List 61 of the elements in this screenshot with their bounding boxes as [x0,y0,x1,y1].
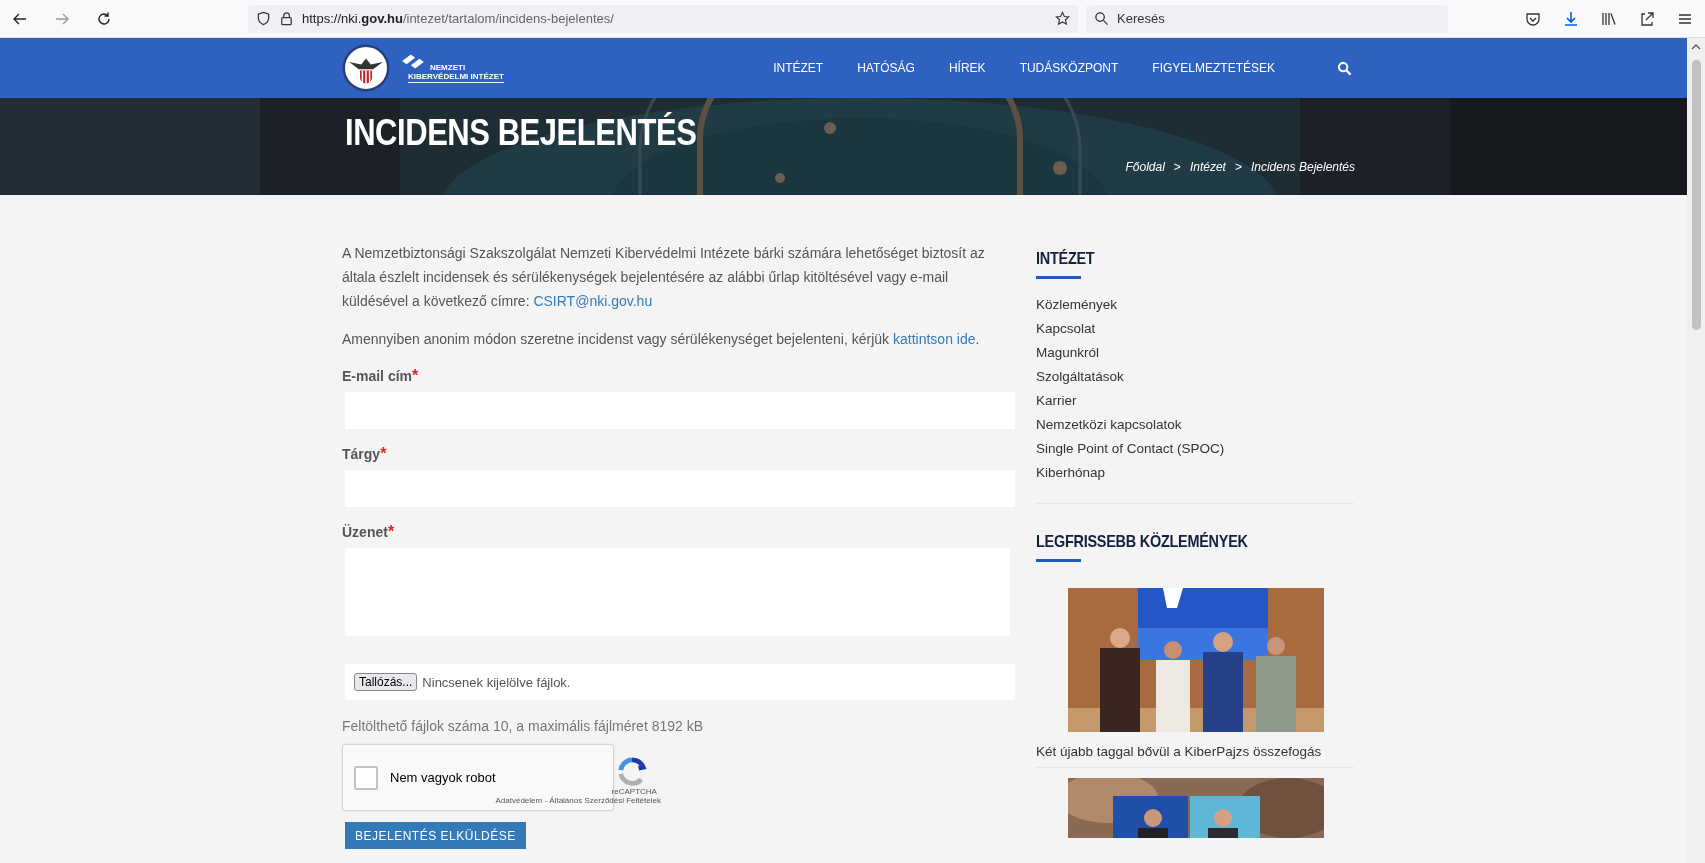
file-upload-field[interactable]: Tallózás... Nincsenek kijelölve fájlok. [345,664,1015,700]
nav-link[interactable]: HÍREK [948,61,986,75]
sidebar-heading: LEGFRISSEBB KÖZLEMÉNYEK [1036,532,1248,552]
logo-text[interactable]: NEMZETI [430,63,504,72]
logo-mark-icon[interactable] [400,52,426,70]
sidebar-link[interactable]: Magunkról [1036,345,1100,360]
nav-link[interactable]: FIGYELMEZTETÉSEK [1152,61,1275,75]
news-title-link[interactable]: Két újabb taggal bővül a KiberPajzs összefogás [1036,744,1354,759]
lock-icon [279,11,294,26]
browser-search-field[interactable]: Keresés [1086,4,1448,33]
breadcrumb-separator: > [1173,160,1181,174]
sidebar-link[interactable]: Kiberhónap [1036,465,1106,480]
sidebar-heading: INTÉZET [1036,249,1095,269]
sidebar-link[interactable]: Kapcsolat [1036,321,1096,336]
logo-text[interactable]: KIBERVÉDELMI INTÉZET [408,72,504,83]
breadcrumb-link[interactable]: Incidens Bejelentés [1250,160,1355,174]
text-link[interactable]: kattintson ide [893,331,976,347]
sidebar-link[interactable]: Közlemények [1036,297,1118,312]
captcha-label: Nem vagyok robot [390,770,496,785]
browse-button[interactable]: Tallózás... [354,673,418,691]
library-icon[interactable] [1601,10,1617,27]
captcha-checkbox[interactable] [354,765,378,790]
nav-link[interactable]: INTÉZET [773,61,824,75]
address-bar[interactable]: https://nki.gov.hu/intezet/tartalom/incidens-bejelentes/ [248,4,1078,33]
required-mark: * [380,445,387,462]
search-icon[interactable] [1337,60,1352,76]
recaptcha-logo-icon [616,756,647,787]
scrollbar[interactable] [1687,38,1705,863]
scrollbar-thumb[interactable] [1691,60,1701,330]
intro-paragraph: Amennyiben anonim módon szeretne incidenst vagy sérülékenységet bejelenteni, kérjük kattintson ide. [342,330,981,349]
breadcrumb-link[interactable]: Főoldal [1125,160,1165,174]
intro-paragraph: A Nemzetbiztonsági Szakszolgálat Nemzeti Kibervédelmi Intézete bárki számára lehetőséget biztosít az általa észlelt incidensek és sérülékenységek bejelentésére az alábbi űrlap kitöltésével vagy e-mail küldésével a következő címre: CSIRT@nki.gov.hu [342,244,986,311]
search-icon [1094,11,1109,26]
sidebar-link[interactable]: Nemzetközi kapcsolatok [1036,417,1182,432]
field-label: Tárgy* [342,445,388,463]
reload-icon[interactable] [96,10,112,27]
required-mark: * [387,523,395,540]
captcha-terms-link[interactable]: Adatvédelem - Általános Szerződési Feltételek [495,795,661,805]
file-status: Nincsenek kijelölve fájlok. [422,674,571,690]
url-text: https://nki.gov.hu/intezet/tartalom/incidens-bejelentes/ [302,11,614,26]
breadcrumb-link[interactable]: Intézet [1189,160,1226,174]
pocket-icon[interactable] [1525,10,1541,27]
download-icon[interactable] [1563,10,1579,27]
field-label: Üzenet* [342,523,396,541]
field-label: E-mail cím* [342,367,420,385]
nav-link[interactable]: HATÓSÁG [857,61,915,75]
required-mark: * [412,367,419,384]
eagle-emblem-icon[interactable] [342,44,390,92]
star-icon[interactable] [1055,11,1070,26]
captcha-brand: reCAPTCHA [611,786,657,796]
sidebar-link[interactable]: Single Point of Contact (SPOC) [1036,441,1225,456]
page-title: INCIDENS BEJELENTÉS [345,111,697,154]
sidebar-link[interactable]: Karrier [1036,393,1077,408]
submit-button[interactable]: BEJELENTÉS ELKÜLDÉSE [345,822,526,849]
shield-icon [256,11,271,26]
nav-link[interactable]: TUDÁSKÖZPONT [1019,61,1119,75]
upload-hint: Feltölthető fájlok száma 10, a maximális fájlméret 8192 kB [342,718,705,734]
text-link[interactable]: CSIRT@nki.gov.hu [533,293,653,309]
sidebar-link[interactable]: Szolgáltatások [1036,369,1124,384]
breadcrumb-separator: > [1234,160,1242,174]
share-icon[interactable] [1639,10,1655,27]
